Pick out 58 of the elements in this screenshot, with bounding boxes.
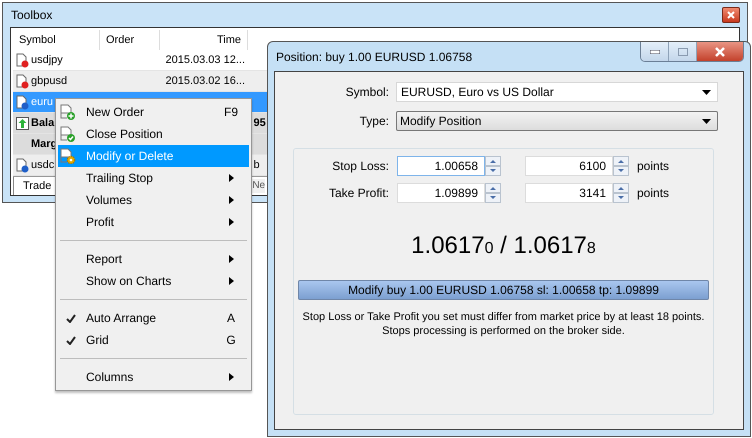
symbol-text: gbpusd [31, 75, 68, 87]
close-button[interactable] [697, 42, 743, 61]
document-check-icon [60, 126, 76, 142]
points-field[interactable]: 3141 [525, 183, 613, 203]
modify-button[interactable]: Modify buy 1.00 EURUSD 1.06758 sl: 1.00658 tp: 1.09899 [298, 280, 709, 300]
close-button[interactable] [722, 7, 740, 23]
symbol-dropdown[interactable]: EURUSD, Euro vs US Dollar [396, 82, 718, 102]
minimize-button[interactable] [641, 42, 669, 61]
spinner-icon[interactable] [485, 156, 501, 176]
balance-value: 95 [254, 117, 266, 129]
menu-item[interactable]: Grid G [58, 329, 249, 351]
unit-label: points [637, 159, 670, 173]
close-icon [727, 11, 735, 19]
dialog-title: Position: buy 1.00 EURUSD 1.06758 [275, 50, 472, 64]
field-label: Type: [358, 114, 389, 128]
minimize-icon [650, 50, 660, 54]
note-text: Stop Loss or Take Profit you set must differ from market price by at least 18 points. Stops processing is performed on the broker side. [302, 310, 704, 338]
menu-item[interactable]: Show on Charts [58, 270, 249, 292]
spinner-icon[interactable] [485, 183, 501, 203]
document-add-icon [60, 104, 76, 120]
arrow-up-icon [16, 116, 29, 130]
maximize-icon [678, 48, 688, 56]
window-title: Toolbox [10, 8, 52, 22]
menu-item[interactable]: Trailing Stop [58, 167, 249, 189]
symbol-text: usdc [31, 159, 54, 171]
field-label: Symbol: [344, 85, 389, 99]
document-icon [16, 74, 29, 88]
menu-item[interactable]: Volumes [58, 189, 249, 211]
balance-label: Bala [31, 117, 54, 129]
menu-item[interactable]: Columns [58, 366, 249, 388]
spinner-icon[interactable] [613, 183, 629, 203]
time-cell: 2015.03.02 16... [165, 75, 245, 87]
dropdown-arrow-icon [702, 118, 711, 124]
dropdown-arrow-icon [702, 90, 711, 94]
tab[interactable]: Ne [252, 179, 266, 193]
symbol-text: euru [31, 96, 54, 108]
menu-item[interactable]: Close Position [58, 123, 249, 145]
menu-item[interactable]: Auto Arrange A [58, 307, 249, 329]
menu-item[interactable]: Report [58, 248, 249, 270]
symbol-text: usdjpy [31, 54, 63, 66]
document-gear-icon [60, 148, 76, 164]
document-icon [16, 94, 29, 110]
field-label: Stop Loss: [331, 159, 389, 173]
time-cell: 2015.03.03 12... [165, 54, 245, 66]
points-field[interactable]: 6100 [525, 156, 613, 176]
type-dropdown[interactable]: Modify Position [396, 111, 718, 131]
close-icon [714, 46, 726, 56]
document-icon [16, 158, 29, 172]
unit-label: points [637, 186, 670, 200]
type-cell: b [254, 159, 260, 171]
field-label: Take Profit: [328, 186, 389, 200]
price-field[interactable]: 1.09899 [397, 183, 485, 203]
menu-item[interactable]: New Order F9 [58, 101, 249, 123]
price-field[interactable]: 1.00658 [397, 156, 485, 176]
document-icon [16, 52, 29, 68]
menu-item[interactable]: Profit [58, 211, 249, 233]
spinner-icon[interactable] [613, 156, 629, 176]
price-quote: 1.06170 / 1.06178 [411, 232, 596, 260]
